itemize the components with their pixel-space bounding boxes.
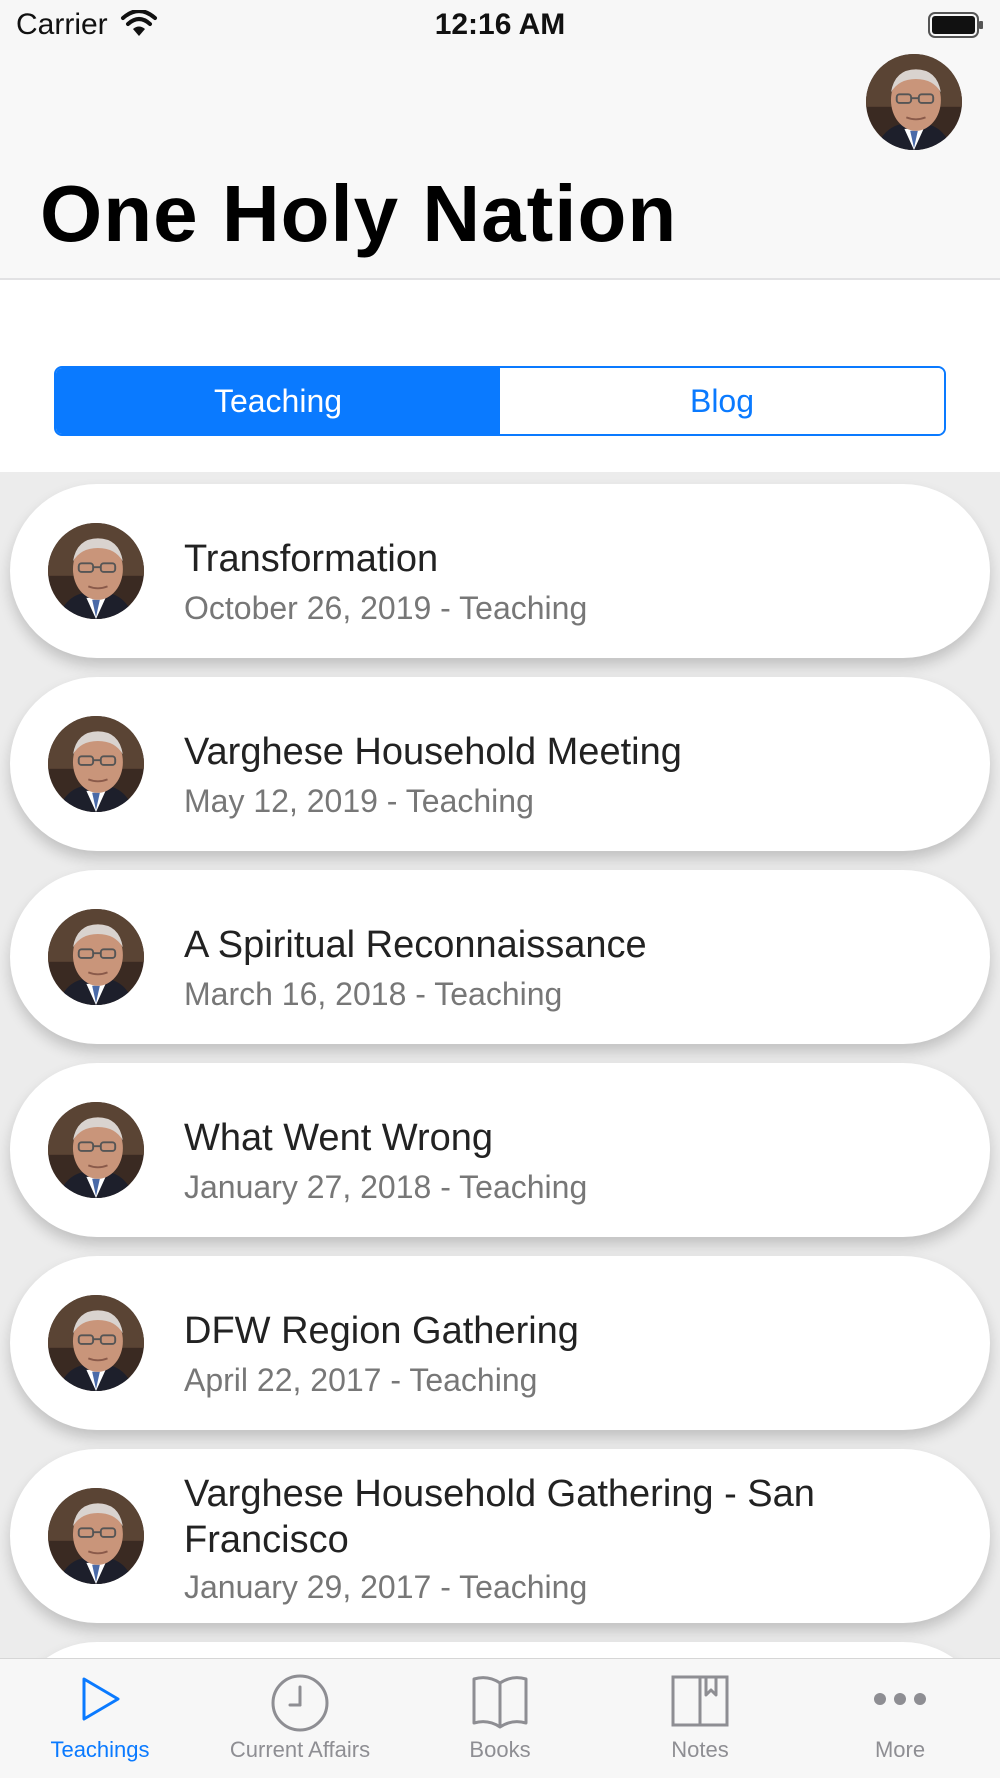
notes-icon (671, 1675, 729, 1727)
list-item[interactable] (10, 1642, 990, 1658)
battery-icon (928, 12, 983, 38)
avatar (48, 1102, 144, 1198)
avatar (48, 909, 144, 1005)
tab-bar: Teachings Current Affairs Books Notes Mo… (0, 1658, 1000, 1778)
list-item[interactable]: Transformation October 26, 2019 - Teachi… (10, 484, 990, 658)
item-title: Varghese Household Meeting (184, 731, 682, 773)
item-subtitle: May 12, 2019 - Teaching (184, 783, 534, 819)
teaching-list: Transformation October 26, 2019 - Teachi… (0, 472, 1000, 1658)
avatar (48, 1488, 144, 1584)
item-subtitle: January 29, 2017 - Teaching (184, 1569, 588, 1605)
navigation-header: One Holy Nation (0, 50, 1000, 280)
book-icon (472, 1676, 528, 1729)
more-icon (874, 1693, 926, 1705)
avatar (48, 716, 144, 812)
tab-current-affairs[interactable]: Current Affairs (200, 1659, 400, 1778)
tab-label: Current Affairs (229, 1737, 371, 1762)
avatar (48, 523, 144, 619)
tab-teachings[interactable]: Teachings (0, 1659, 200, 1778)
page-title: One Holy Nation (40, 169, 678, 258)
tab-more[interactable]: More (800, 1659, 1000, 1778)
tab-notes[interactable]: Notes (600, 1659, 800, 1778)
item-subtitle: October 26, 2019 - Teaching (184, 590, 588, 626)
item-subtitle: April 22, 2017 - Teaching (184, 1362, 538, 1398)
tab-label: Teachings (50, 1737, 150, 1762)
segment-blog[interactable]: Blog (500, 368, 944, 434)
list-item[interactable]: Varghese Household Gathering - San Franc… (10, 1449, 990, 1623)
play-icon (82, 1677, 120, 1721)
list-item[interactable]: Varghese Household Meeting May 12, 2019 … (10, 677, 990, 851)
profile-avatar[interactable] (866, 54, 962, 150)
clock-icon (271, 1674, 329, 1732)
item-title: Transformation (184, 538, 439, 580)
profile-portrait-image (866, 54, 962, 150)
tab-books[interactable]: Books (400, 1659, 600, 1778)
item-title: A Spiritual Reconnaissance (184, 924, 647, 966)
avatar (48, 1295, 144, 1391)
segmented-control: Teaching Blog (54, 366, 946, 436)
status-bar: Carrier 12:16 AM (0, 0, 1000, 50)
segment-area: Teaching Blog (0, 282, 1000, 472)
list-item[interactable]: A Spiritual Reconnaissance March 16, 201… (10, 870, 990, 1044)
list-item[interactable]: DFW Region Gathering April 22, 2017 - Te… (10, 1256, 990, 1430)
item-title: What Went Wrong (184, 1117, 494, 1159)
tab-label: Notes (671, 1737, 729, 1762)
item-subtitle: March 16, 2018 - Teaching (184, 976, 563, 1012)
tab-label: Books (469, 1737, 531, 1762)
status-time: 12:16 AM (434, 8, 566, 41)
list-item[interactable]: What Went Wrong January 27, 2018 - Teach… (10, 1063, 990, 1237)
item-title: DFW Region Gathering (184, 1310, 579, 1352)
tab-label: More (874, 1737, 926, 1762)
item-subtitle: January 27, 2018 - Teaching (184, 1169, 588, 1205)
item-title: Varghese Household Gathering - San Franc… (184, 1473, 815, 1561)
segment-teaching[interactable]: Teaching (56, 368, 500, 434)
